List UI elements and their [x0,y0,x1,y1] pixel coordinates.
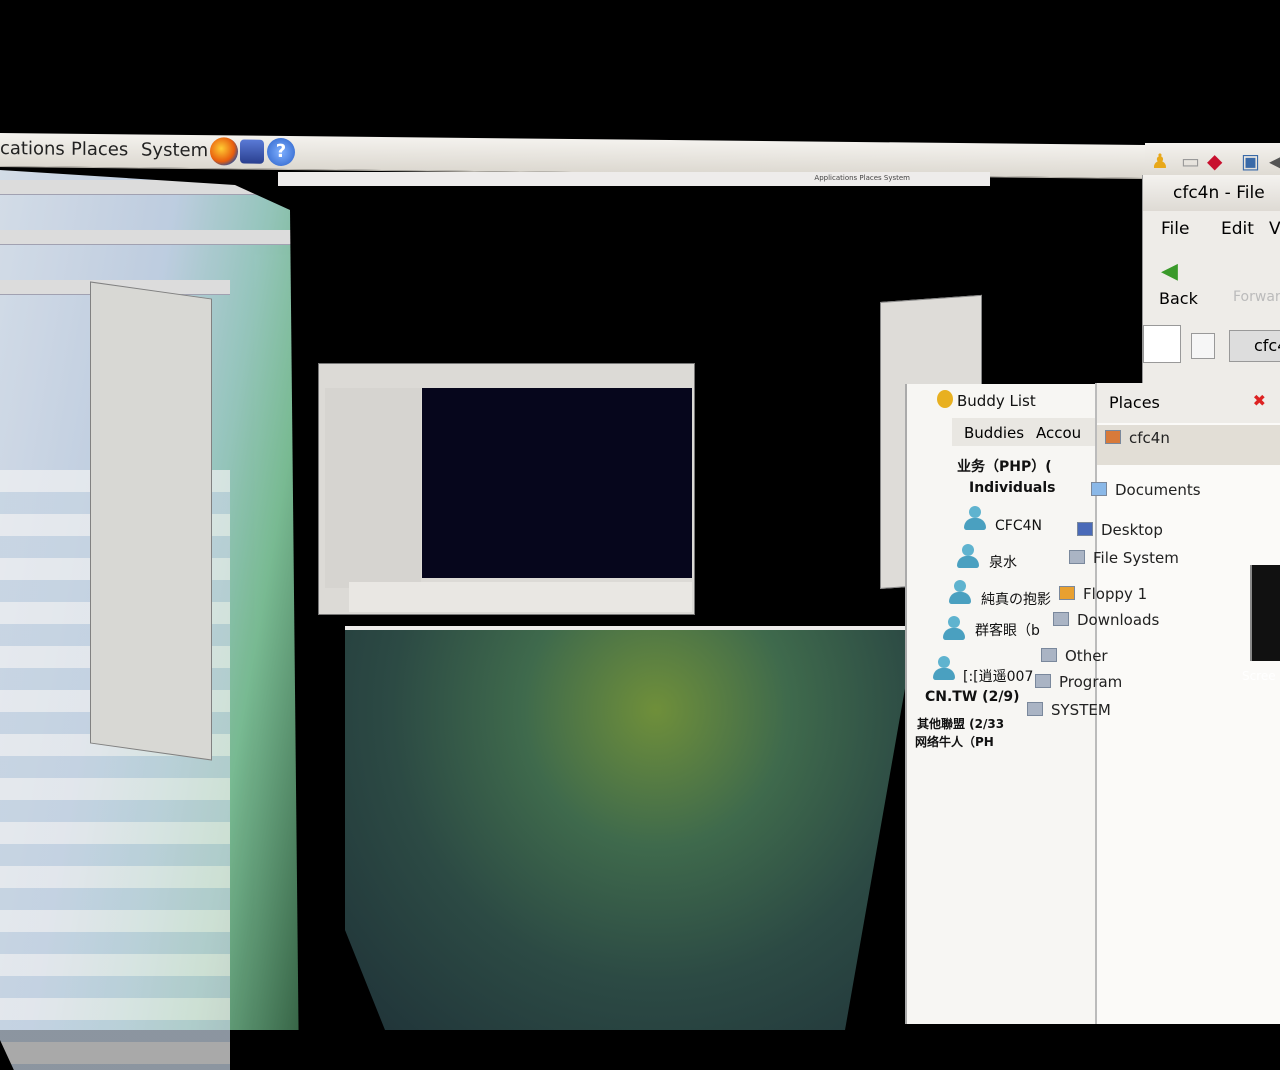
place-other[interactable]: Other [1041,647,1108,665]
group-other[interactable]: 其他聯盟 (2/33 [917,715,1004,732]
buddy-icon [947,580,973,606]
help-icon[interactable]: ? [267,137,295,167]
group-php[interactable]: 业务（PHP）( [957,456,1052,476]
buddy-list-title: Buddy List [957,392,1036,410]
place-system[interactable]: SYSTEM [1027,701,1111,719]
floppy-icon [1059,586,1075,600]
desktop-icon [1077,522,1093,536]
buddies-menu[interactable]: Buddies [964,424,1024,442]
place-floppy[interactable]: Floppy 1 [1059,585,1147,603]
location-button[interactable]: cfc4 [1229,330,1280,362]
back-button[interactable]: Back [1159,289,1198,308]
edit-menu[interactable]: Edit [1221,219,1254,239]
desktop-icon-label: Scree [1242,669,1276,683]
buddy-icon [931,656,957,682]
places-menu[interactable]: Places [71,139,128,161]
buddy-quanshui[interactable]: 泉水 [989,552,1017,572]
accounts-menu[interactable]: Accou [1036,424,1081,442]
places-sidebar: Places ✖ cfc4n Documents Desktop File Sy… [1027,383,1280,1024]
media-player-window[interactable] [318,363,695,615]
playlist-pane [325,388,421,588]
file-manager-window[interactable]: cfc4n - File File Edit View ◀ Back Forwa… [1142,175,1280,385]
firefox-icon[interactable] [210,137,238,166]
path-left-button[interactable] [1191,333,1215,359]
file-manager-title: cfc4n - File [1173,183,1265,203]
floor-face-wallpaper [345,630,910,1030]
printer-icon[interactable]: ▭ [1181,149,1200,173]
browser-toolbar [0,180,300,195]
view-menu[interactable]: View [1269,219,1280,239]
buddy-icon [962,506,988,532]
buddy-icon [955,544,981,570]
volume-icon[interactable]: ◀ [1269,149,1280,173]
place-filesystem[interactable]: File System [1069,549,1179,567]
group-individuals[interactable]: Individuals [969,480,1056,496]
forward-button[interactable]: Forwar [1233,289,1280,305]
drive-icon [1069,550,1085,564]
system-tray: ♟ ▭ ◆ ▣ ◀ [1145,143,1280,179]
place-home[interactable]: cfc4n [1105,429,1170,447]
home-icon [1105,430,1121,444]
back-face-panel-text: Applications Places System [814,174,910,182]
file-menu[interactable]: File [1161,219,1189,239]
drive-icon [1041,648,1057,662]
buddy-4[interactable]: 群客眼（b [975,620,1040,640]
drive-icon [1053,612,1069,626]
places-dropdown[interactable]: Places [1109,393,1160,412]
buddy-menubar: Buddies Accou [952,418,1112,446]
system-menu[interactable]: System [141,139,208,161]
network-status-icon[interactable]: ▣ [1241,149,1260,173]
place-documents[interactable]: Documents [1091,481,1201,499]
browser-tabbar [0,230,300,245]
ruby-icon[interactable]: ◆ [1207,149,1222,173]
player-controls[interactable] [349,582,692,612]
place-downloads[interactable]: Downloads [1053,611,1159,629]
place-desktop[interactable]: Desktop [1077,521,1163,539]
folder-icon [1091,482,1107,496]
applications-menu[interactable]: cations [0,138,65,160]
browser-dialog [90,281,212,761]
places-header: Places ✖ [1097,383,1280,423]
group-network[interactable]: 网络牛人（PH [915,733,994,750]
screenshot-thumbnail [1250,565,1280,661]
group-cntw[interactable]: CN.TW (2/9) [925,689,1020,705]
close-icon[interactable]: ✖ [1253,391,1266,410]
buddy-icon [941,616,967,642]
network-icon[interactable] [240,139,264,164]
buddy-3[interactable]: 純真の抱影 [981,589,1051,609]
video-area[interactable] [422,388,692,578]
edit-location-icon[interactable] [1143,325,1181,363]
drive-icon [1027,702,1043,716]
back-arrow-icon[interactable]: ◀ [1161,259,1178,284]
user-icon[interactable]: ♟ [1151,149,1169,173]
place-program[interactable]: Program [1035,673,1122,691]
buddy-cfc4n[interactable]: CFC4N [995,518,1042,534]
drive-icon [1035,674,1051,688]
desktop-screenshot-icon[interactable]: Scree [1242,565,1280,685]
file-manager-titlebar: cfc4n - File [1143,175,1280,211]
back-face-panel: Applications Places System [278,172,990,186]
buddy-5[interactable]: [:[逍遥007 [963,666,1033,686]
pidgin-icon [937,390,953,408]
browser-cube-face [0,170,300,1070]
